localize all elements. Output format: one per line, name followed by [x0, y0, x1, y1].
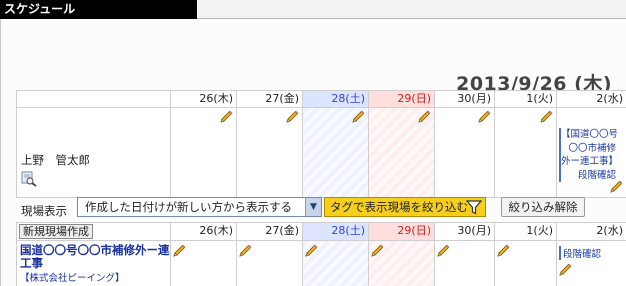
funnel-icon [465, 200, 483, 220]
day-header-thu: 26(木) [170, 90, 237, 108]
title-strip [197, 0, 626, 19]
site-day-cell[interactable] [170, 240, 237, 286]
pencil-icon[interactable] [286, 110, 299, 123]
pencil-icon[interactable] [418, 110, 431, 123]
pencil-icon[interactable] [478, 110, 491, 123]
day-header-sun: 29(日) [368, 222, 435, 241]
clear-filter-button[interactable]: 絞り込み解除 [501, 197, 585, 217]
day-header-sat: 28(土) [302, 90, 369, 108]
site-company: 【株式会社ピーイング】 [20, 273, 125, 284]
staff-name: 上野 管太郎 [21, 153, 90, 167]
day-header-sun: 29(日) [368, 90, 435, 108]
staff-day-cell[interactable] [494, 107, 557, 198]
staff-day-cell[interactable] [302, 107, 369, 198]
day-header-fri: 27(金) [236, 222, 303, 241]
staff-schedule-table: 26(木) 27(金) 28(土) 29(日) 30(月) 1(火) 2(水) … [16, 90, 626, 198]
pencil-icon[interactable] [352, 110, 365, 123]
staff-day-cell[interactable] [170, 107, 237, 198]
day-header-wed: 2(水) [556, 90, 626, 108]
site-day-cell[interactable] [494, 240, 557, 286]
day-header-mon: 30(月) [434, 90, 495, 108]
new-site-button[interactable]: 新規現場作成 [19, 224, 93, 239]
day-header-wed: 2(水) [556, 222, 626, 241]
staff-day-cell[interactable] [434, 107, 495, 198]
magnifier-icon[interactable] [21, 171, 37, 187]
new-site-cell: 新規現場作成 [16, 222, 171, 241]
site-event[interactable]: 段階確認 [559, 246, 601, 260]
pencil-icon[interactable] [559, 263, 572, 276]
corner-cell [16, 90, 171, 108]
pencil-icon[interactable] [305, 244, 318, 257]
site-day-cell[interactable] [302, 240, 369, 286]
site-name-cell: 国道〇〇号〇〇市補修外ー連工事 【株式会社ピーイング】 [16, 240, 171, 286]
sort-order-select[interactable]: 作成した日付けが新しい方から表示する ▼ [77, 197, 322, 217]
day-header-thu: 26(木) [170, 222, 237, 241]
pencil-icon[interactable] [239, 244, 252, 257]
pencil-icon[interactable] [371, 244, 384, 257]
pencil-icon[interactable] [173, 244, 186, 257]
pencil-icon[interactable] [610, 180, 623, 193]
site-day-cell[interactable] [434, 240, 495, 286]
dropdown-arrow-icon[interactable]: ▼ [305, 198, 321, 216]
staff-day-cell[interactable] [368, 107, 435, 198]
site-schedule-table: 新規現場作成 26(木) 27(金) 28(土) 29(日) 30(月) 1(火… [16, 222, 626, 286]
site-name-link[interactable]: 国道〇〇号〇〇市補修外ー連工事 [20, 244, 170, 270]
site-day-cell[interactable]: 段階確認 [556, 240, 626, 286]
site-day-cell[interactable] [236, 240, 303, 286]
day-header-fri: 27(金) [236, 90, 303, 108]
day-header-mon: 30(月) [434, 222, 495, 241]
staff-day-cell[interactable]: 【国道〇〇号 〇〇市補修 外ー連工事】 段階確認 [556, 107, 626, 198]
day-header-tue: 1(火) [494, 90, 557, 108]
day-header-sat: 28(土) [302, 222, 369, 241]
staff-name-cell: 上野 管太郎 [16, 107, 171, 198]
pencil-icon[interactable] [220, 110, 233, 123]
window-title: スケジュール [0, 0, 197, 19]
pencil-icon[interactable] [497, 244, 510, 257]
site-display-label: 現場表示 [21, 204, 67, 218]
pencil-icon[interactable] [437, 244, 450, 257]
tag-filter-button[interactable]: タグで表示現場を絞り込む [324, 197, 486, 217]
day-header-tue: 1(火) [494, 222, 557, 241]
pencil-icon[interactable] [540, 110, 553, 123]
staff-day-cell[interactable] [236, 107, 303, 198]
staff-event[interactable]: 【国道〇〇号 〇〇市補修 外ー連工事】 段階確認 [559, 128, 617, 182]
site-day-cell[interactable] [368, 240, 435, 286]
